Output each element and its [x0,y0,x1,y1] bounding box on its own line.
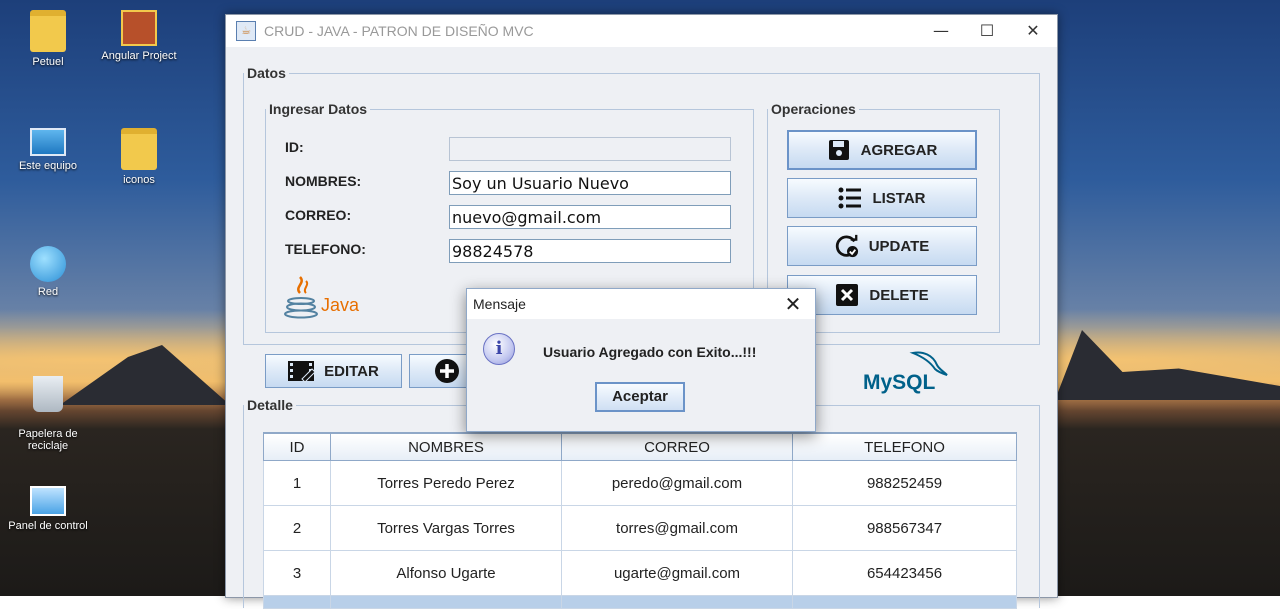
java-logo: Java [284,275,364,321]
id-label: ID: [285,139,304,155]
listar-label: LISTAR [872,189,926,207]
correo-label: CORREO: [285,207,352,223]
agregar-label: AGREGAR [860,141,938,159]
java-app-icon: ☕ [236,21,256,41]
editar-button[interactable]: EDITAR [265,354,402,388]
refresh-check-icon [835,234,859,258]
window-titlebar[interactable]: ☕ CRUD - JAVA - PATRON DE DISEÑO MVC — ☐… [226,15,1057,47]
desktop-icon-label: Angular Project [101,50,177,62]
cell-nombres: Torres Vargas Torres [330,505,562,551]
column-header-correo[interactable]: CORREO [561,432,793,461]
desktop-icon-label: iconos [123,174,155,186]
cell-empty [330,595,562,609]
ingresar-datos-legend: Ingresar Datos [269,101,368,117]
desktop-icon-label: Papelera de reciclaje [18,428,78,452]
nombres-label: NOMBRES: [285,173,362,189]
update-button[interactable]: UPDATE [787,226,977,266]
column-header-telefono[interactable]: TELEFONO [792,432,1017,461]
table-row[interactable]: 1 Torres Peredo Perez peredo@gmail.com 9… [263,460,1017,506]
cell-telefono: 988567347 [792,505,1017,551]
column-header-nombres[interactable]: NOMBRES [330,432,562,461]
java-cup-icon [284,276,318,319]
desktop-icon-label: Red [37,286,59,298]
telefono-label: TELEFONO: [285,241,366,257]
dialog-titlebar[interactable]: Mensaje ✕ [467,289,815,319]
java-logo-text: Java [321,295,360,315]
correo-field[interactable]: nuevo@gmail.com [449,205,731,229]
dialog-message: Usuario Agregado con Exito...!!! [543,344,757,360]
desktop-icon-label: Este equipo [18,160,78,172]
delete-label: DELETE [869,286,929,304]
cell-nombres: Torres Peredo Perez [330,460,562,506]
detalle-legend: Detalle [247,397,293,413]
operaciones-legend: Operaciones [771,101,856,117]
mysql-logo: MySQL [863,349,953,395]
save-icon [827,138,851,162]
network-icon [30,246,66,282]
cell-correo: torres@gmail.com [561,505,793,551]
aceptar-button[interactable]: Aceptar [595,382,685,412]
cell-id: 3 [263,550,331,596]
desktop-icon-este-equipo[interactable]: Este equipo [3,128,93,172]
cell-telefono: 654423456 [792,550,1017,596]
cell-id: 2 [263,505,331,551]
cell-empty [263,595,331,609]
plus-circle-icon [434,358,460,384]
telefono-field[interactable]: 98824578 [449,239,731,263]
table-header-row: ID NOMBRES CORREO TELEFONO [263,432,1017,461]
desktop-icon-label: Panel de control [8,520,88,532]
dialog-title: Mensaje [473,296,526,312]
desktop-icon-petuel[interactable]: Petuel [3,10,93,68]
folder-icon [121,128,157,170]
minimize-button[interactable]: — [918,15,964,47]
table-row[interactable]: 2 Torres Vargas Torres torres@gmail.com … [263,505,1017,551]
cell-empty [792,595,1017,609]
film-edit-icon [288,359,316,383]
editar-label: EDITAR [324,362,379,380]
delete-x-icon [835,283,859,307]
cell-id: 1 [263,460,331,506]
list-icon [838,186,862,210]
info-icon: i [483,333,515,365]
cell-nombres: Alfonso Ugarte [330,550,562,596]
mysql-logo-text: MySQL [863,371,936,394]
detalle-table[interactable]: ID NOMBRES CORREO TELEFONO 1 Torres Pere… [263,432,1017,609]
control-panel-icon [30,486,66,516]
agregar-button[interactable]: AGREGAR [787,130,977,170]
desktop-icon-papelera[interactable]: Papelera de reciclaje [3,364,93,452]
desktop-icon-red[interactable]: Red [3,246,93,298]
listar-button[interactable]: LISTAR [787,178,977,218]
user-folder-icon [30,10,66,52]
window-title: CRUD - JAVA - PATRON DE DISEÑO MVC [264,23,534,39]
desktop-icon-angular-project[interactable]: Angular Project [94,10,184,62]
cell-correo: ugarte@gmail.com [561,550,793,596]
dialog-close-button[interactable]: ✕ [779,291,807,317]
nombres-field[interactable]: Soy un Usuario Nuevo [449,171,731,195]
close-button[interactable]: ✕ [1010,15,1056,47]
desktop-icon-panel-de-control[interactable]: Panel de control [3,486,93,532]
column-header-id[interactable]: ID [263,432,331,461]
maximize-button[interactable]: ☐ [964,15,1010,47]
table-row-selected[interactable] [263,595,1017,609]
table-row[interactable]: 3 Alfonso Ugarte ugarte@gmail.com 654423… [263,550,1017,596]
desktop-icon-label: Petuel [32,56,64,68]
update-label: UPDATE [868,237,930,255]
archive-icon [121,10,157,46]
desktop-icon-iconos[interactable]: iconos [94,128,184,186]
cell-empty [561,595,793,609]
cell-correo: peredo@gmail.com [561,460,793,506]
cell-telefono: 988252459 [792,460,1017,506]
computer-icon [30,128,66,156]
recycle-bin-icon [33,376,63,412]
id-field[interactable] [449,137,731,161]
datos-legend: Datos [247,65,286,81]
message-dialog: Mensaje ✕ i Usuario Agregado con Exito..… [466,288,816,432]
